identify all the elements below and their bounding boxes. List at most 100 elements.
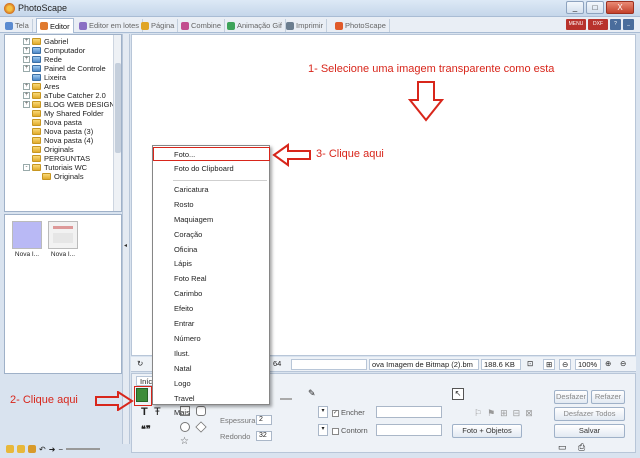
menu-item[interactable]: Oficina [154, 243, 268, 256]
menu-item[interactable]: Entrar [154, 317, 268, 330]
tree-item[interactable]: + Rede [23, 55, 62, 64]
maximize-button[interactable]: □ [586, 1, 604, 14]
menu-item[interactable]: Carimbo [154, 287, 268, 300]
thumbnail-image [48, 221, 78, 249]
redondo-input[interactable]: 32 [256, 431, 272, 441]
collapse-icon[interactable]: - [23, 164, 30, 171]
eyedropper-icon[interactable]: ✎ [308, 388, 316, 399]
thumbnail-item[interactable]: Nova I... [47, 221, 79, 258]
zoom-fit-icon[interactable]: ⊞ [543, 359, 555, 370]
tree-item[interactable]: Nova pasta (4) [23, 136, 93, 145]
expand-icon[interactable]: + [23, 47, 30, 54]
menu-item[interactable]: Caricatura [154, 183, 268, 196]
expand-icon[interactable]: + [23, 92, 30, 99]
color-dropdown-icon[interactable]: ▾ [318, 424, 328, 436]
desfazer-todos-button[interactable]: Desfazer Todos [554, 407, 625, 421]
menu-item[interactable]: Rosto [154, 198, 268, 211]
tab-pagina[interactable]: Página [138, 19, 179, 32]
tree-item[interactable]: PERGUNTAS [23, 154, 90, 163]
menu-item[interactable]: Travel [154, 392, 268, 405]
tree-item[interactable]: + BLOG WEB DESIGN [23, 100, 115, 109]
minimize-button[interactable]: _ [566, 1, 584, 14]
zoom-out-icon[interactable]: ⊖ [559, 359, 571, 370]
menu-item[interactable]: Natal [154, 362, 268, 375]
fill-color-select[interactable] [376, 406, 442, 418]
menu-item[interactable]: Foto do Clipboard [154, 162, 268, 175]
outline-color-select[interactable] [376, 424, 442, 436]
expand-icon[interactable]: + [23, 65, 30, 72]
tab-photoscape[interactable]: PhotoScape [332, 19, 390, 32]
menu-item[interactable]: Ilust. [154, 347, 268, 360]
tree-item[interactable]: + Painel de Controle [23, 64, 106, 73]
menu-icon[interactable]: MENU [566, 19, 586, 30]
help-icon[interactable]: ? [610, 19, 621, 30]
expand-icon[interactable]: + [23, 56, 30, 63]
tab-combine[interactable]: Combine [178, 19, 226, 32]
object-align-icons[interactable]: ⚐⚑⊞⊟⊠ [474, 408, 538, 419]
tree-scrollbar-thumb[interactable] [115, 63, 121, 153]
expand-icon[interactable]: + [23, 101, 30, 108]
tree-item[interactable]: + Computador [23, 46, 85, 55]
minimize-panel-icon[interactable]: _ [623, 19, 634, 30]
tree-item[interactable]: + Gabriel [23, 37, 68, 46]
selection-arrow-icon[interactable]: ↖ [452, 388, 464, 400]
color-dropdown-icon[interactable]: ▾ [318, 406, 328, 418]
collapse-arrow-icon[interactable]: ◂ [124, 242, 127, 249]
tab-animacao-gif[interactable]: Animação Gif [224, 19, 287, 32]
tree-item[interactable]: Nova pasta (3) [23, 127, 93, 136]
thumbnail-item[interactable]: Nova I... [11, 221, 43, 258]
menu-item[interactable]: Foto Real [154, 272, 268, 285]
tab-imprimir[interactable]: Imprimir [283, 19, 328, 32]
zoom-in-icon[interactable]: ⊕ [603, 359, 615, 370]
refazer-button[interactable]: Refazer [591, 390, 625, 404]
tab-editor-em-lotes[interactable]: Editor em lotes [76, 19, 144, 32]
encher-checkbox[interactable]: ✓ Encher [332, 408, 365, 417]
star-shape-icon[interactable]: ☆ [180, 436, 189, 447]
dxf-icon[interactable]: DXF [588, 19, 608, 30]
forward-arrow-icon[interactable]: ➜ [49, 445, 56, 454]
tree-item[interactable]: Lixeira [23, 73, 66, 82]
menu-item[interactable]: Logo [154, 377, 268, 390]
tree-item[interactable]: Originals [23, 145, 74, 154]
favorite-folder-icon[interactable] [6, 445, 14, 453]
panel-splitter[interactable]: ◂ [122, 34, 130, 444]
menu-item[interactable]: Coração [154, 228, 268, 241]
foto-objetos-button[interactable]: Foto + Objetos [452, 424, 522, 438]
tree-item[interactable]: + Ares [23, 82, 59, 91]
tree-scrollbar[interactable] [113, 35, 121, 211]
zoom-out-small-icon[interactable]: ⊖ [618, 359, 630, 370]
circle-shape-icon[interactable] [180, 422, 190, 432]
open-folder-icon[interactable] [28, 445, 36, 453]
speech-balloon-icon[interactable]: ❝❞ [141, 424, 151, 435]
text-tool-icon[interactable]: T [141, 406, 148, 418]
tab-editor[interactable]: Editor [36, 18, 74, 33]
back-arrow-icon[interactable]: ↶ [39, 445, 46, 454]
menu-item[interactable]: Lápis [154, 257, 268, 270]
desfazer-button[interactable]: Desfazer [554, 390, 588, 404]
tab-bar: Tela Editor Editor em lotes Página Combi… [0, 17, 640, 33]
thumbnail-size-slider[interactable] [66, 448, 101, 450]
folder-up-icon[interactable] [17, 445, 25, 453]
tree-item[interactable]: My Shared Folder [23, 109, 104, 118]
tree-item[interactable]: Nova pasta [23, 118, 82, 127]
contorno-checkbox[interactable]: Contorn [332, 426, 368, 435]
tree-item[interactable]: + aTube Catcher 2.0 [23, 91, 106, 100]
minus-icon[interactable]: − [58, 445, 63, 454]
print-icon[interactable]: ⎙ [578, 442, 585, 453]
menu-item[interactable]: Maquiagem [154, 213, 268, 226]
tree-item[interactable]: - Tutoriais WC [23, 163, 87, 172]
expand-icon[interactable]: + [23, 83, 30, 90]
tree-item[interactable]: Originals [33, 172, 84, 181]
diamond-shape-icon[interactable] [195, 421, 207, 433]
close-button[interactable]: X [606, 1, 634, 14]
expand-icon[interactable]: + [23, 38, 30, 45]
new-document-icon[interactable]: ▭ [558, 442, 567, 453]
tab-tela[interactable]: Tela [2, 19, 33, 32]
rotate-icon[interactable]: ↻ [135, 359, 147, 370]
menu-item[interactable]: Número [154, 332, 268, 345]
menu-item[interactable]: Efeito [154, 302, 268, 315]
salvar-button[interactable]: Salvar [554, 424, 625, 438]
info-icon[interactable]: ⊡ [525, 359, 537, 370]
line-slider[interactable] [280, 398, 292, 400]
menu-item[interactable]: Mais [154, 406, 268, 419]
